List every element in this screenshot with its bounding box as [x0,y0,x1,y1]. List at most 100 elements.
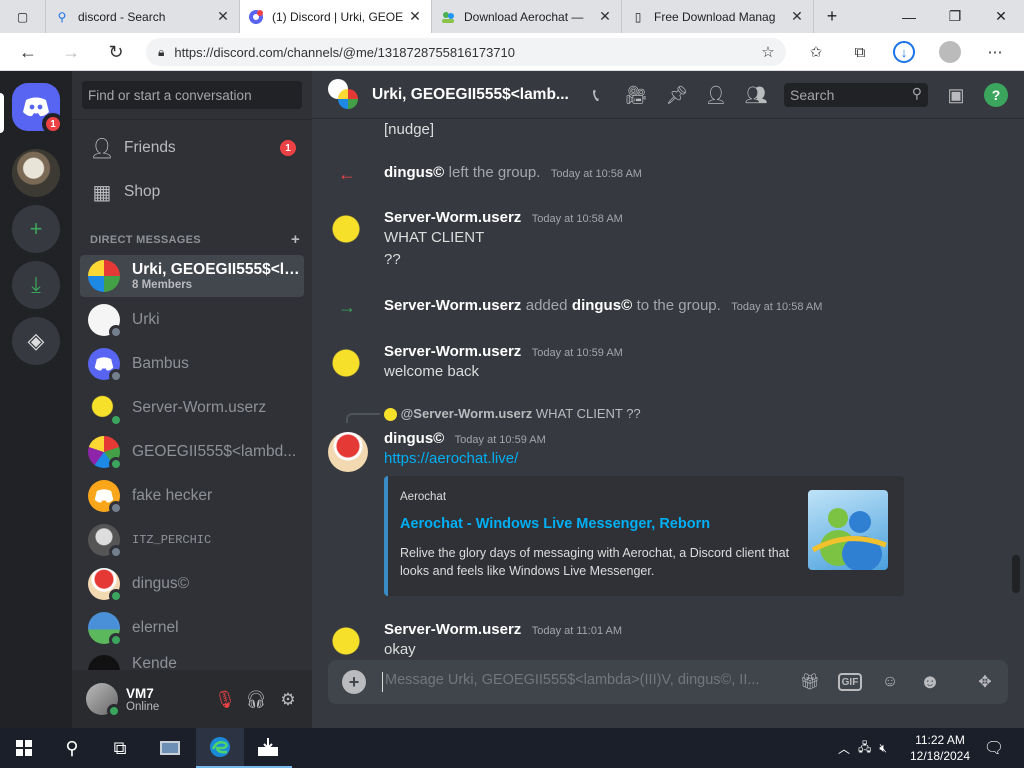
close-window-button[interactable]: ✕ [978,0,1024,33]
server-icon[interactable] [12,149,60,197]
more-menu-icon[interactable]: ⋯ [984,41,1006,63]
system-author[interactable]: dingus© [384,164,444,181]
notifications-icon[interactable]: 🗨︎ [980,728,1008,768]
settings-gear-icon[interactable]: ⚙ [277,689,299,711]
user-status: Online [126,700,160,713]
message-avatar[interactable] [328,432,368,472]
explore-servers-button[interactable]: ◈ [12,317,60,365]
help-icon[interactable]: ? [984,83,1008,107]
message-author[interactable]: Server-Worm.userz [384,343,521,360]
headphones-icon[interactable]: 🎧︎ [245,689,267,711]
gift-icon[interactable]: 🎁︎ [798,670,822,694]
tab-actions-button[interactable]: ▢ [0,0,46,33]
task-view-icon[interactable]: ⧉ [96,728,144,768]
message-text: okay [384,641,416,658]
tab-discord-search[interactable]: ⚲ discord - Search ✕ [46,0,240,33]
dm-item-group[interactable]: Urki, GEOEGII555$<la... 8 Members [80,255,304,297]
url-field[interactable]: 🔒︎ https://discord.com/channels/@me/1318… [146,38,786,66]
installer-taskbar-button[interactable] [244,728,292,768]
tab-title: Download Aerochat — [464,9,584,24]
downloads-icon[interactable]: ↓ [893,41,915,63]
home-button[interactable]: 1 [12,83,64,135]
close-icon[interactable]: ✕ [407,8,423,25]
add-friends-icon[interactable]: 👤︎ [704,83,728,107]
tab-free-download[interactable]: ▯ Free Download Manag ✕ [622,0,814,33]
tab-aerochat[interactable]: Download Aerochat — ✕ [432,0,622,33]
sticker-icon[interactable]: ☺ [878,670,902,694]
close-icon[interactable]: ✕ [789,8,805,25]
message-avatar[interactable] [328,623,368,663]
add-server-button[interactable]: + [12,205,60,253]
refresh-button[interactable]: ↻ [103,39,129,65]
reply-line [346,413,380,423]
embed-thumbnail[interactable] [808,490,888,570]
mute-microphone-icon[interactable]: 🎙︎ [214,689,236,711]
message-avatar[interactable] [328,211,368,251]
tab-title: (1) Discord | Urki, GEOE [272,9,404,24]
pinned-messages-icon[interactable]: 📌︎ [665,83,689,107]
close-icon[interactable]: ✕ [215,8,231,25]
shop-nav-item[interactable]: ▦ Shop [80,171,304,213]
dm-item-bambus[interactable]: Bambus [80,343,304,385]
dm-item-urki[interactable]: Urki [80,299,304,341]
member-list-icon[interactable]: 👥︎ [744,83,768,107]
message-author[interactable]: dingus© [384,430,444,447]
back-button[interactable]: ← [15,39,41,65]
taskbar-search-icon[interactable]: ⚲ [48,728,96,768]
chat-search-input[interactable]: Search ⚲ [784,83,928,107]
find-conversation-input[interactable]: Find or start a conversation [82,81,302,109]
system-target[interactable]: dingus© [572,297,632,314]
voice-call-icon[interactable]: 📞︎ [584,83,608,107]
tab-discord[interactable]: (1) Discord | Urki, GEOE ✕ [240,0,432,33]
video-call-icon[interactable]: 🎥︎ [624,83,648,107]
emoji-icon[interactable]: ☻ [918,670,942,694]
dm-name: ITZ_PERCHIC [132,533,212,547]
system-author[interactable]: Server-Worm.userz [384,297,521,314]
message-author[interactable]: Server-Worm.userz [384,621,521,638]
start-button[interactable] [0,728,48,768]
dm-item-kende[interactable]: Kende [80,651,304,670]
dm-item-server-worm[interactable]: Server-Worm.userz [80,387,304,429]
message-input[interactable]: Message Urki, GEOEGII555$<lambda>(III)V,… [382,672,772,692]
notification-badge: 1 [42,113,64,135]
dm-item-geoegii[interactable]: GEOEGII555$<lambd... [80,431,304,473]
embed-title[interactable]: Aerochat - Windows Live Messenger, Rebor… [400,516,710,532]
timestamp: Today at 11:01 AM [531,625,623,637]
restore-button[interactable]: ❐ [932,0,978,33]
avatar [88,436,123,471]
collections-icon[interactable]: ⧉ [849,41,871,63]
clock[interactable]: 11:22 AM 12/18/2024 [906,728,974,768]
profile-avatar[interactable] [939,41,961,63]
dm-item-itz-perchic[interactable]: ITZ_PERCHIC [80,519,304,561]
inbox-icon[interactable]: ▣ [944,83,968,107]
chat-scrollbar[interactable] [1012,555,1020,593]
friends-nav-item[interactable]: 👤︎ Friends 1 [80,127,304,169]
add-favorite-icon[interactable]: ☆ [757,41,779,63]
dm-item-elernel[interactable]: elernel [80,607,304,649]
dm-item-fake-hecker[interactable]: fake hecker [80,475,304,517]
username: VM7 [126,685,154,701]
message-author[interactable]: Server-Worm.userz [384,209,521,226]
explorer-icon[interactable] [146,728,194,768]
embed-site[interactable]: Aerochat [400,491,446,503]
apps-icon[interactable]: ✥ [973,670,997,694]
message-avatar[interactable] [328,345,368,385]
close-icon[interactable]: ✕ [597,8,613,25]
forward-button[interactable]: → [58,39,84,65]
download-apps-button[interactable]: ⤓ [12,261,60,309]
user-avatar[interactable] [86,683,121,718]
favorites-icon[interactable]: ✩ [805,41,827,63]
minimize-button[interactable]: — [886,0,932,33]
compass-icon: ◈ [27,328,45,353]
new-tab-button[interactable]: + [814,0,850,33]
message-link[interactable]: https://aerochat.live/ [384,448,546,470]
gif-icon[interactable]: GIF [838,673,862,691]
create-dm-button[interactable]: + [291,231,300,248]
chat-header: Urki, GEOEGII555$<lamb... 📞︎ 🎥︎ 📌︎ 👤︎ 👥︎… [312,71,1024,119]
edge-taskbar-button[interactable] [196,728,244,768]
upload-plus-icon[interactable]: + [342,670,366,694]
volume-muted-icon[interactable]: 🔇︎ [879,741,887,756]
network-icon[interactable]: 🖧︎ [858,738,871,759]
chevron-up-icon[interactable]: ︿ [838,740,850,757]
dm-item-dingus[interactable]: dingus© [80,563,304,605]
